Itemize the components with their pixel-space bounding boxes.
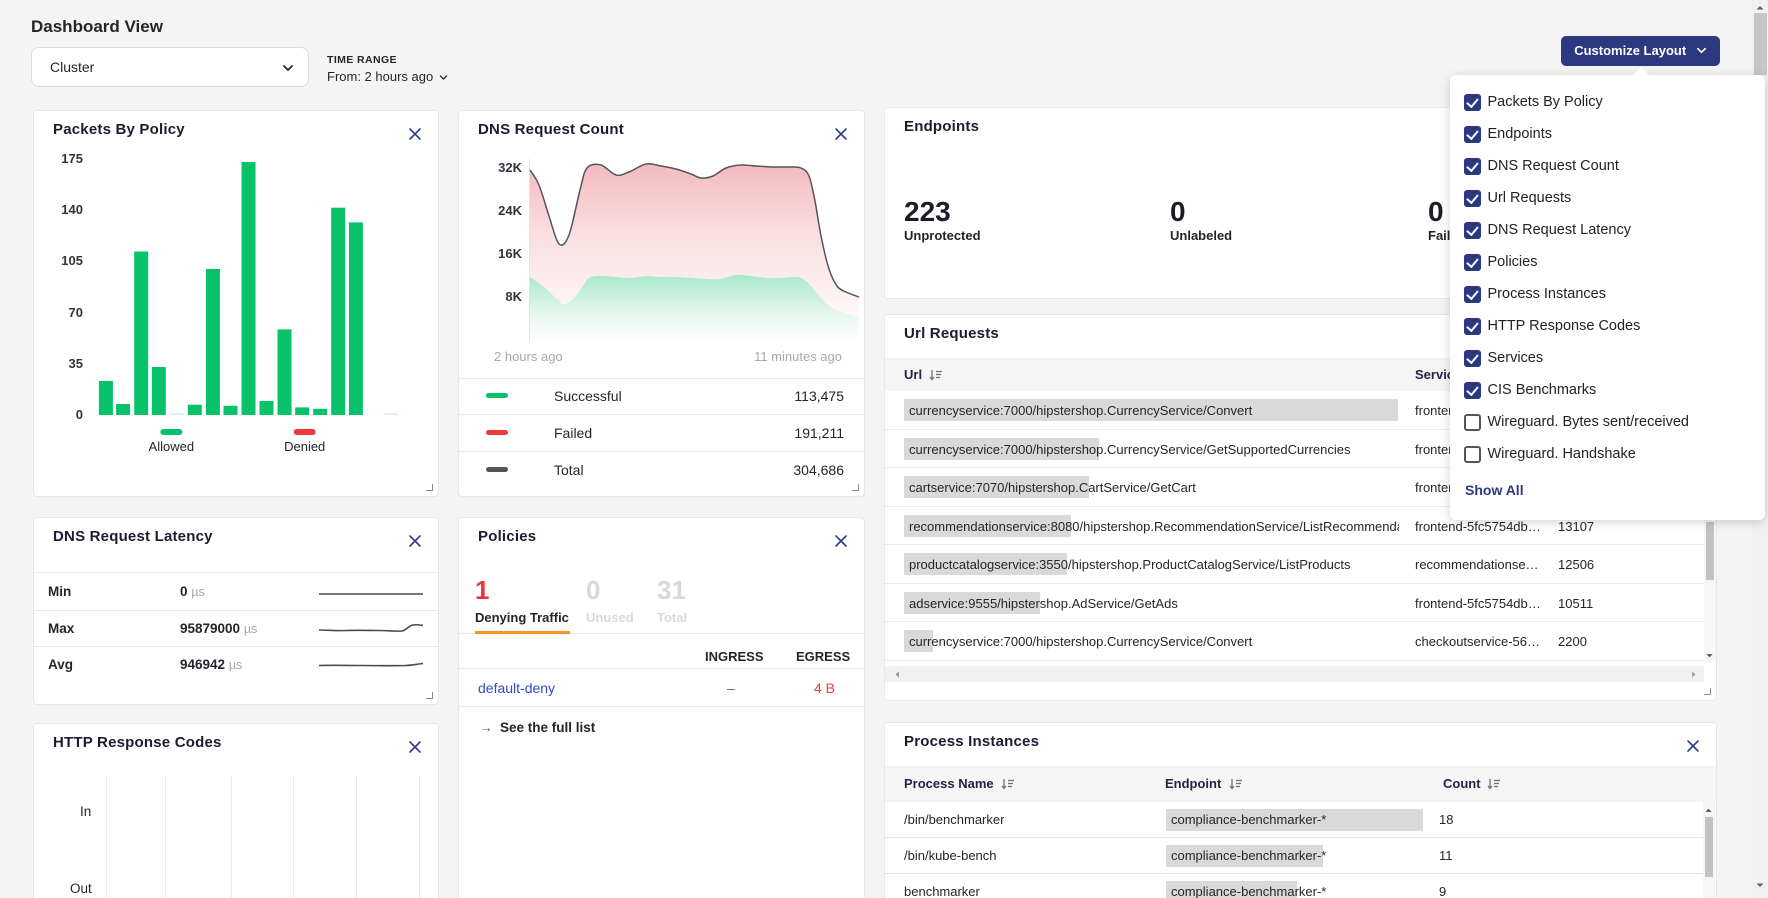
svg-text:24K: 24K [498,203,522,218]
svg-text:16K: 16K [498,246,522,261]
svg-text:8K: 8K [505,289,522,304]
svg-text:70: 70 [69,305,83,320]
svg-text:35: 35 [69,356,83,371]
svg-text:105: 105 [61,253,83,268]
svg-text:140: 140 [61,202,83,217]
svg-text:Allowed: Allowed [149,439,195,454]
svg-text:32K: 32K [498,160,522,175]
svg-text:175: 175 [61,151,83,166]
svg-text:Denied: Denied [284,439,325,454]
svg-text:0: 0 [76,407,83,422]
